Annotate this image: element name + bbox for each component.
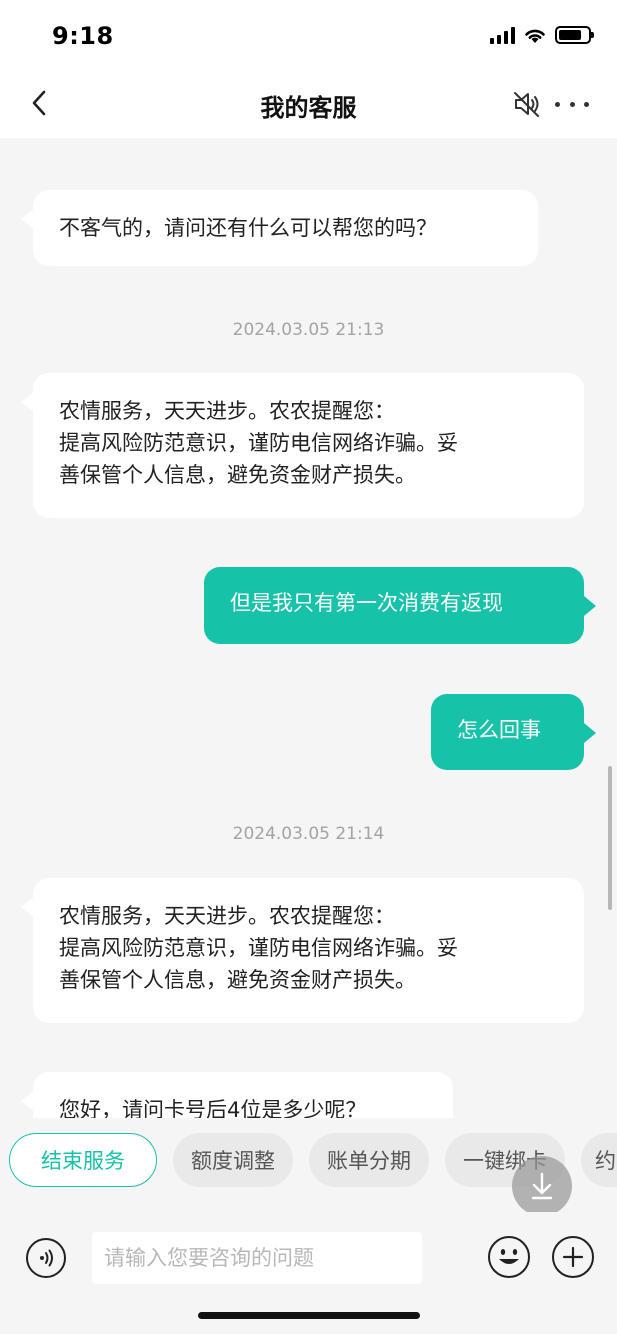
plus-icon [562,1246,584,1268]
message-line: 怎么回事 [457,718,541,742]
emoji-button[interactable] [488,1236,530,1278]
quick-reply-limit-adjust[interactable]: 额度调整 [173,1133,293,1187]
message-line: 但是我只有第一次消费有返现 [230,591,503,615]
cellular-signal-icon [490,26,515,44]
chat-message-list[interactable]: 不客气的，请问还有什么可以帮您的吗？ 2024.03.05 21:13 农情服务… [0,138,617,1118]
message-bubble-agent: 农情服务，天天进步。农农提醒您： 提高风险防范意识，谨防电信网络诈骗。妥 善保管… [21,373,584,518]
quick-reply-end-service[interactable]: 结束服务 [9,1133,157,1187]
message-timestamp: 2024.03.05 21:14 [232,824,385,844]
message-line: 提高风险防范意识，谨防电信网络诈骗。妥 [59,431,458,455]
chat-screen: 9:18 我的客服 不客气的，请问还有什么可以帮您的吗？ 2024.03.05 … [0,0,617,1334]
status-time: 9:18 [52,22,114,50]
status-bar: 9:18 [0,0,617,70]
smiley-icon [499,1249,519,1264]
more-dot [584,101,589,107]
message-line: 农情服务，天天进步。农农提醒您： [59,399,395,423]
message-bubble-agent: 不客气的，请问还有什么可以帮您的吗？ [21,190,538,266]
battery-icon [555,26,594,44]
wifi-icon [525,29,545,43]
speaker-muted-icon [514,92,539,117]
message-bubble-agent: 您好，请问卡号后4位是多少呢？ [21,1072,453,1118]
message-bubble-user: 但是我只有第一次消费有返现 [204,567,596,644]
voice-input-button[interactable] [26,1238,66,1278]
more-dot [569,101,575,107]
more-actions-button[interactable] [552,1236,594,1278]
quick-reply-truncated[interactable]: 约 [581,1133,617,1187]
voice-wave-icon [40,1249,53,1267]
nav-bar: 我的客服 [0,70,617,138]
message-line: 农情服务，天天进步。农农提醒您： [59,904,395,928]
more-options-button[interactable] [555,92,589,116]
more-dot [555,101,560,107]
message-line: 善保管个人信息，避免资金财产损失。 [59,968,416,992]
quick-reply-bill-installment[interactable]: 账单分期 [309,1133,429,1187]
arrow-down-icon [531,1172,553,1200]
message-bubble-user: 怎么回事 [431,694,596,770]
message-line: 不客气的，请问还有什么可以帮您的吗？ [59,216,437,240]
message-timestamp: 2024.03.05 21:13 [232,320,385,340]
mute-button[interactable] [511,88,543,120]
status-icons [490,26,594,44]
scroll-to-bottom-button[interactable] [512,1156,572,1216]
message-bubble-agent: 农情服务，天天进步。农农提醒您： 提高风险防范意识，谨防电信网络诈骗。妥 善保管… [21,878,584,1023]
scrollbar[interactable] [608,766,612,910]
message-line: 善保管个人信息，避免资金财产损失。 [59,463,416,487]
home-indicator[interactable] [198,1312,420,1319]
message-line: 您好，请问卡号后4位是多少呢？ [59,1098,367,1118]
message-line: 提高风险防范意识，谨防电信网络诈骗。妥 [59,936,458,960]
message-input[interactable] [92,1232,422,1284]
